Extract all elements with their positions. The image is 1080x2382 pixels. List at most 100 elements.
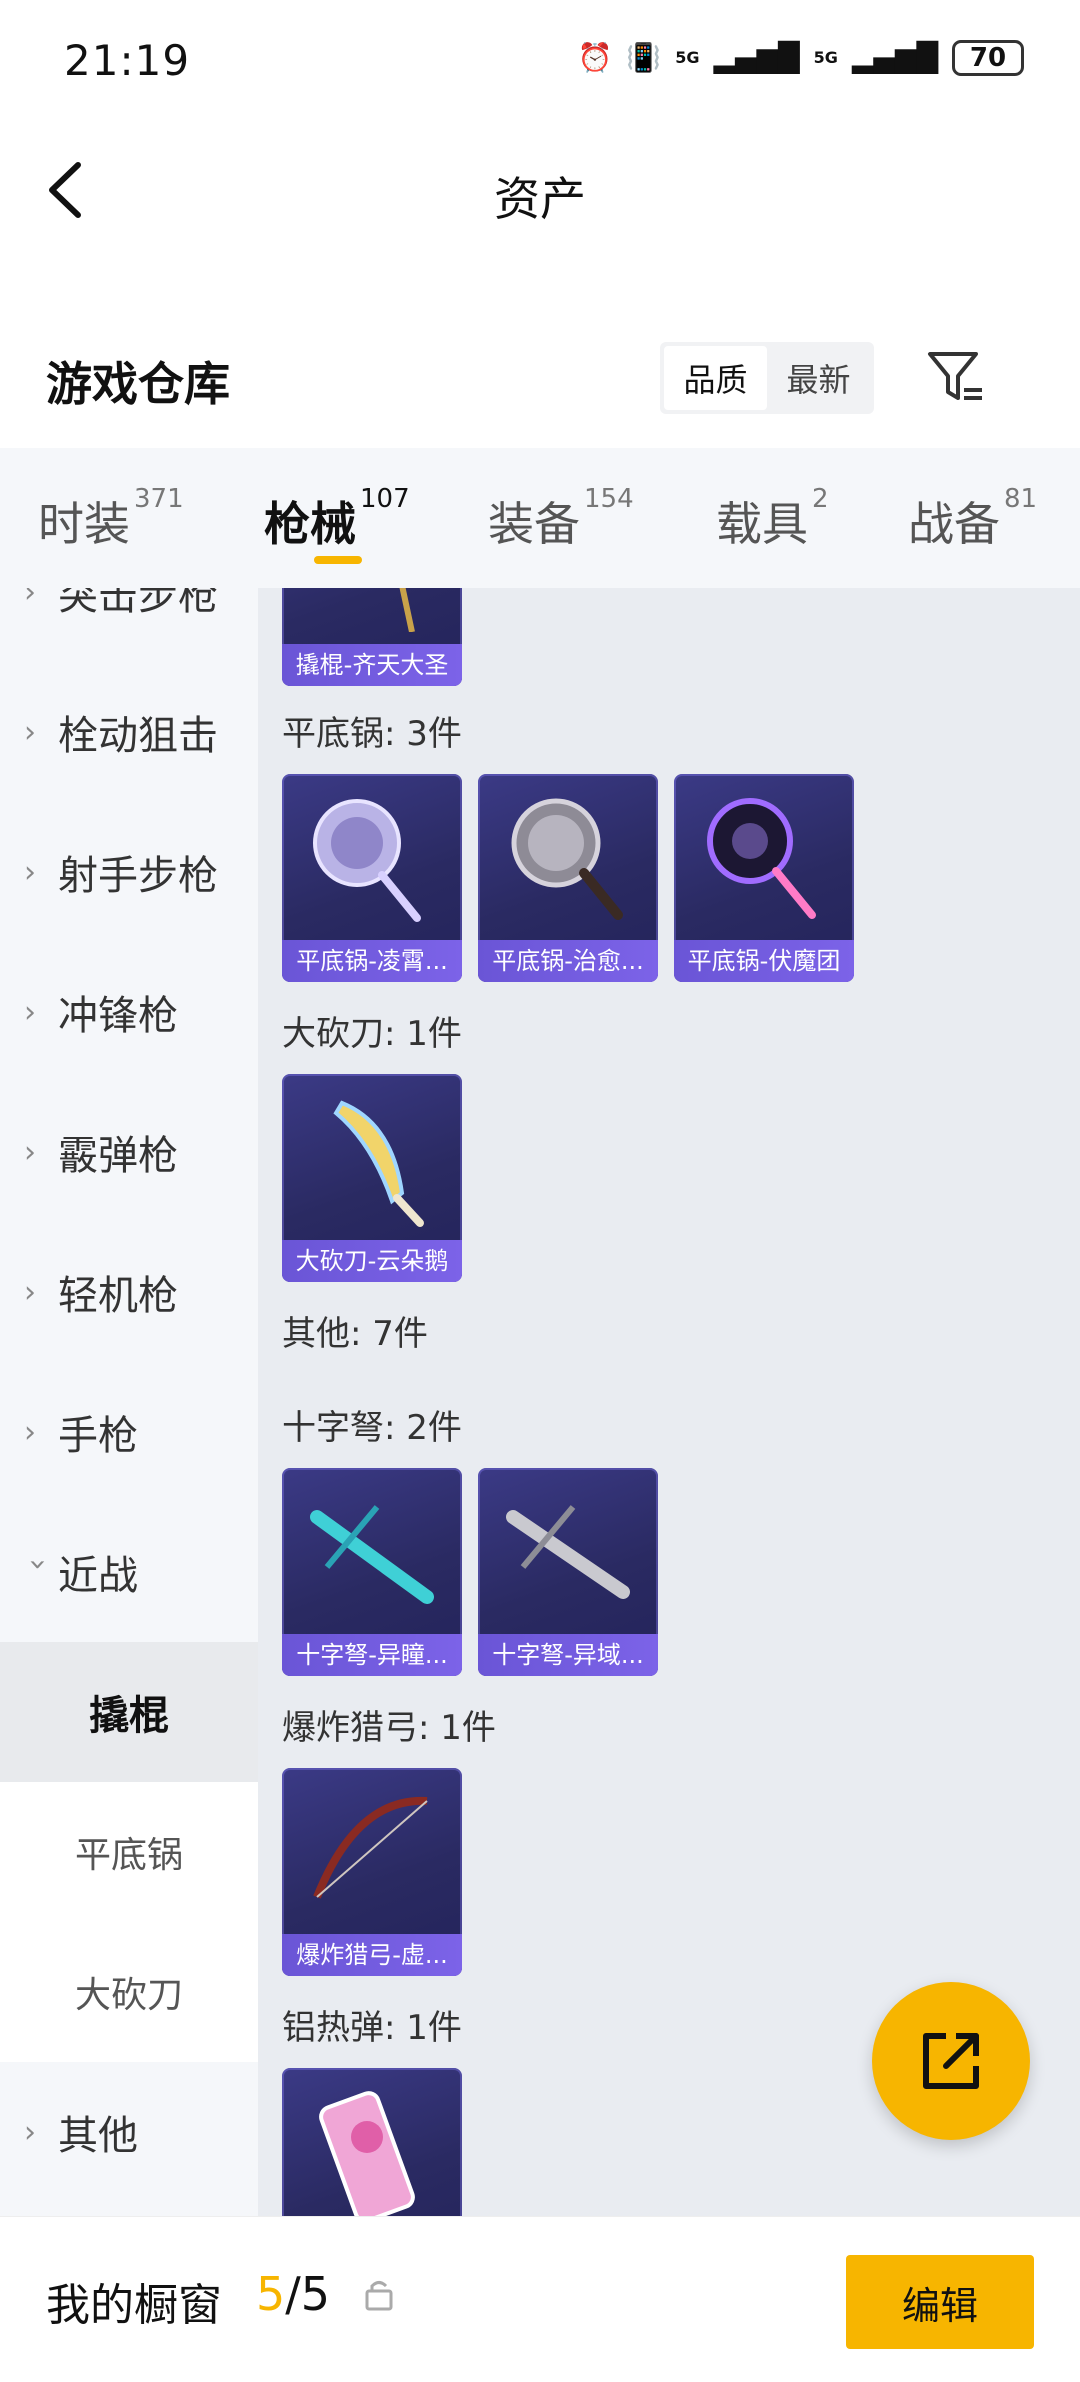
chevron-right-icon: › [24,1134,36,1170]
sidebar-item-smg[interactable]: › 冲锋枪 [0,942,258,1082]
item-name: 十字弩-异瞳... [282,1634,462,1676]
signal-2-icon: ▂▄▆█ [851,41,938,74]
sidebar-item-label: 霰弹枪 [58,1133,178,1179]
sidebar-item-lmg[interactable]: › 轻机枪 [0,1222,258,1362]
filter-icon [928,352,982,400]
item-card[interactable]: 爆炸猎弓-虚... [282,1768,462,1976]
chevron-right-icon: › [24,2114,36,2150]
tab-count: 154 [584,484,634,514]
share-button[interactable] [872,1982,1030,2140]
warehouse-header: 游戏仓库 品质 最新 [0,320,1080,440]
pan-art [478,774,658,942]
item-grid: 撬棍-齐天大圣 平底锅: 3件 平底锅-凌霄... 平底锅-治愈... 平底锅-… [258,588,1080,2216]
tab-guns[interactable]: 枪械 107 [264,484,410,554]
signal-2-label: 5G [813,48,838,67]
chevron-right-icon: › [24,1414,36,1450]
signal-1-icon: ▂▄▆█ [713,41,800,74]
item-card[interactable]: 大砍刀-云朵鹅 [282,1074,462,1282]
machete-art [282,1074,462,1242]
page-title: 资产 [494,172,586,226]
group-label-thermite: 铝热弹: 1件 [282,2008,462,2048]
chevron-right-icon: › [24,854,36,890]
chevron-right-icon: › [24,994,36,1030]
tab-count: 107 [360,484,410,514]
item-card[interactable]: 平底锅-治愈... [478,774,658,982]
chevron-down-icon: › [20,1558,56,1570]
item-card[interactable]: 十字弩-异瞳... [282,1468,462,1676]
sidebar-item-melee[interactable]: › 近战 [0,1502,258,1642]
sidebar-item-shotgun[interactable]: › 霰弹枪 [0,1082,258,1222]
item-card[interactable]: 十字弩-异域... [478,1468,658,1676]
thermite-art [282,2068,462,2216]
sidebar-subitem-machete[interactable]: 大砍刀 [0,1922,258,2062]
group-label-machete: 大砍刀: 1件 [282,1014,462,1054]
tab-fashion[interactable]: 时装 371 [38,484,184,554]
tab-label: 装备 [488,497,580,551]
chevron-right-icon: › [24,714,36,750]
showcase-total: /5 [285,2267,331,2321]
alarm-icon: ⏰ [577,41,613,74]
tab-label: 时装 [38,497,130,551]
bottom-bar: 我的橱窗 5/5 编辑 [0,2216,1080,2382]
crossbow-art [282,1468,462,1636]
crowbar-art [282,588,462,646]
header: 资产 [0,125,1080,255]
sort-newest-button[interactable]: 最新 [767,346,870,410]
item-card[interactable]: 平底锅-伏魔团 [674,774,854,982]
sidebar-item-label: 栓动狙击 [58,713,218,759]
status-bar: 21:19 ⏰ 📳 5G ▂▄▆█ 5G ▂▄▆█ 70 [0,0,1080,125]
pan-art [282,774,462,942]
battery-icon: 70 [952,40,1024,76]
item-name: 撬棍-齐天大圣 [282,644,462,686]
item-card-crowbar[interactable]: 撬棍-齐天大圣 [282,588,462,686]
sidebar-item-label: 轻机枪 [58,1273,178,1319]
sidebar-subitem-pan[interactable]: 平底锅 [0,1782,258,1922]
tab-vehicles[interactable]: 载具 2 [716,484,829,554]
sidebar-item-marksman[interactable]: › 射手步枪 [0,802,258,942]
share-icon [923,2033,979,2089]
showcase-count: 5/5 [256,2267,330,2321]
sidebar-item-other[interactable]: › 其他 [0,2062,258,2202]
tab-count: 2 [812,484,829,514]
sidebar-item-label: 其他 [58,2113,138,2159]
group-label-pan: 平底锅: 3件 [282,714,462,754]
group-label-other: 其他: 7件 [282,1314,428,1354]
tab-equipment[interactable]: 装备 154 [488,484,634,554]
sidebar-subitem-crowbar[interactable]: 撬棍 [0,1642,258,1782]
sidebar-item-bolt-sniper[interactable]: › 栓动狙击 [0,662,258,802]
tab-supplies[interactable]: 战备 81 [908,484,1037,554]
tab-count: 81 [1004,484,1038,514]
vibrate-icon: 📳 [626,41,662,74]
sidebar-item-assault-rifle[interactable]: › 突击步枪 [0,588,258,662]
sort-quality-button[interactable]: 品质 [664,346,767,410]
showcase-label: 我的橱窗 [46,2280,222,2331]
sidebar-item-label: 手枪 [58,1413,138,1459]
item-name: 大砍刀-云朵鹅 [282,1240,462,1282]
filter-button[interactable] [924,346,988,410]
edit-button[interactable]: 编辑 [846,2255,1034,2349]
sidebar-item-label: 射手步枪 [58,853,218,899]
showcase-used: 5 [256,2267,286,2321]
chevron-right-icon: › [24,1274,36,1310]
pan-art [674,774,854,942]
chevron-right-icon: › [24,588,36,610]
tab-label: 枪械 [264,497,356,551]
crossbow-art [478,1468,658,1636]
item-name: 爆炸猎弓-虚... [282,1934,462,1976]
item-name: 平底锅-伏魔团 [674,940,854,982]
status-icons: ⏰ 📳 5G ▂▄▆█ 5G ▂▄▆█ 70 [577,38,1024,78]
item-name: 十字弩-异域... [478,1634,658,1676]
group-label-crossbow: 十字弩: 2件 [282,1408,462,1448]
tab-label: 战备 [908,497,1000,551]
item-card[interactable] [282,2068,462,2216]
category-tabs: 时装 371 枪械 107 装备 154 载具 2 战备 81 [0,448,1080,588]
sidebar-item-label: 冲锋枪 [58,993,178,1039]
sidebar-item-pistol[interactable]: › 手枪 [0,1362,258,1502]
item-card[interactable]: 平底锅-凌霄... [282,774,462,982]
sidebar: › 突击步枪 › 栓动狙击 › 射手步枪 › 冲锋枪 › 霰弹枪 › 轻机枪 ›… [0,588,258,2216]
sidebar-item-label: 近战 [58,1553,138,1599]
warehouse-title: 游戏仓库 [46,357,230,411]
item-name: 平底锅-凌霄... [282,940,462,982]
tab-label: 载具 [716,497,808,551]
group-label-explosive-bow: 爆炸猎弓: 1件 [282,1708,496,1748]
